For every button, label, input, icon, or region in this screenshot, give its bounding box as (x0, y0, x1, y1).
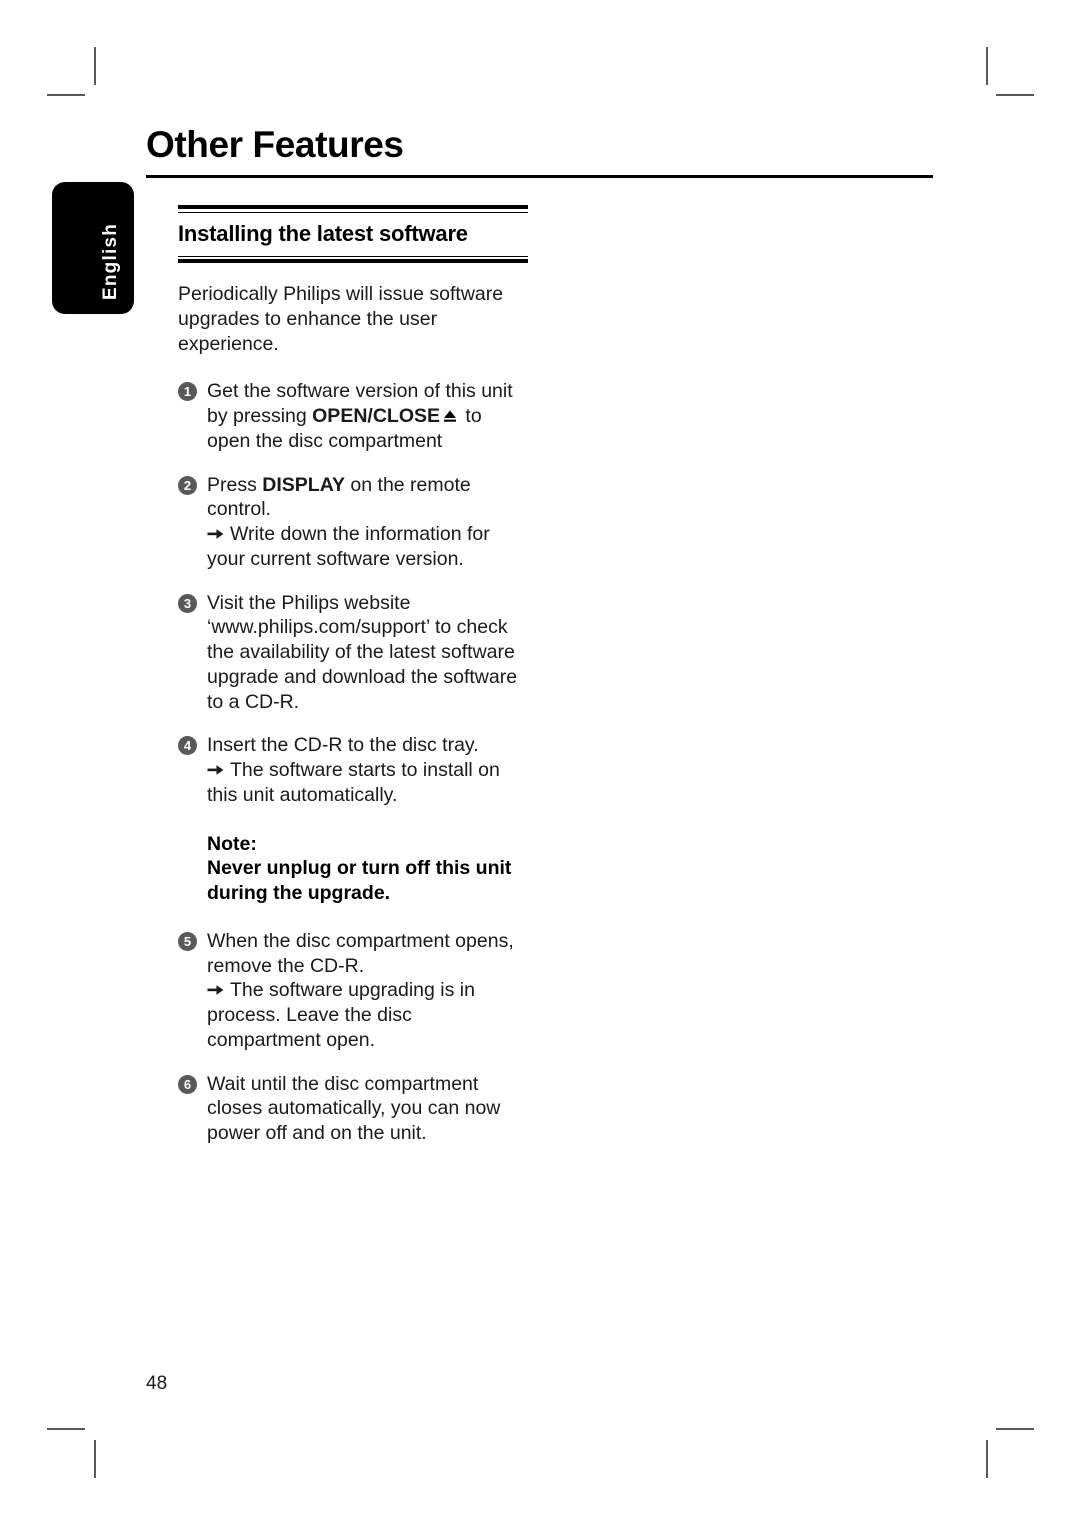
step-number-badge: 5 (178, 931, 197, 951)
page-title-rule (146, 174, 933, 178)
result-arrow-icon (207, 763, 224, 777)
language-tab: English (52, 182, 134, 314)
step-text: Visit the Philips website ‘www.philips.c… (207, 591, 518, 713)
step-number-badge: 4 (178, 736, 197, 756)
result-arrow-icon (207, 983, 224, 997)
step-number-badge: 6 (178, 1074, 197, 1094)
page-title: Other Features (146, 124, 404, 165)
crop-mark-bottom-left-vertical (94, 1440, 96, 1478)
note-body: Never unplug or turn off this unit durin… (207, 857, 512, 905)
crop-mark-bottom-right-horizontal (996, 1428, 1034, 1430)
instruction-step: 1 Get the software version of this unit b… (178, 379, 528, 453)
crop-mark-top-left-horizontal (47, 94, 85, 96)
step-result: The software starts to install on this u… (207, 758, 528, 808)
instruction-step: 4 Insert the CD-R to the disc tray. The so… (178, 733, 528, 807)
step-text: Press DISPLAY on the remote control. (207, 473, 471, 521)
step-result-text: The software upgrading is in process. Le… (207, 979, 475, 1051)
crop-mark-bottom-right-vertical (986, 1440, 988, 1478)
crop-mark-top-right-horizontal (996, 94, 1034, 96)
instruction-steps-list: 1 Get the software version of this unit b… (178, 379, 528, 807)
instruction-step: 2 Press DISPLAY on the remote control. Wri… (178, 473, 528, 572)
step-result-text: The software starts to install on this u… (207, 759, 500, 806)
manual-page: English Other Features Installing the la… (0, 0, 1080, 1524)
step-result-text: Write down the information for your curr… (207, 523, 490, 570)
step-emphasis: OPEN/CLOSE (312, 405, 440, 428)
step-text: Get the software version of this unit by… (207, 380, 513, 452)
crop-mark-top-right-vertical (986, 47, 988, 85)
section-title: Installing the latest software (178, 220, 468, 246)
eject-icon (443, 409, 457, 423)
section-intro: Periodically Philips will issue software… (178, 283, 504, 355)
section-rule-bottom-thick (178, 259, 528, 264)
step-emphasis: DISPLAY (262, 473, 345, 496)
language-tab-label: English (100, 222, 121, 300)
step-text: Insert the CD-R to the disc tray. (207, 734, 479, 757)
step-number-badge: 2 (178, 475, 197, 495)
instruction-step: 6 Wait until the disc compartment closes … (178, 1072, 528, 1146)
note-block: Note: Never unplug or turn off this unit… (178, 832, 528, 906)
instruction-step: 3 Visit the Philips website ‘www.philips.… (178, 591, 528, 715)
instruction-step: 5 When the disc compartment opens, remove… (178, 929, 528, 1053)
step-text: Wait until the disc compartment closes a… (207, 1072, 501, 1145)
text-column: Installing the latest software Periodica… (178, 204, 528, 1146)
instruction-steps-list-continued: 5 When the disc compartment opens, remove… (178, 929, 528, 1146)
note-label: Note: (207, 832, 257, 855)
crop-mark-bottom-left-horizontal (47, 1428, 85, 1430)
step-number-badge: 1 (178, 382, 197, 402)
step-result: Write down the information for your curr… (207, 522, 528, 572)
step-result: The software upgrading is in process. Le… (207, 978, 528, 1052)
result-arrow-icon (207, 527, 224, 541)
page-number: 48 (146, 1373, 168, 1394)
page-content: Other Features Installing the latest sof… (146, 124, 936, 1146)
crop-mark-top-left-vertical (94, 47, 96, 85)
step-number-badge: 3 (178, 593, 197, 613)
step-text: When the disc compartment opens, remove … (207, 929, 514, 977)
